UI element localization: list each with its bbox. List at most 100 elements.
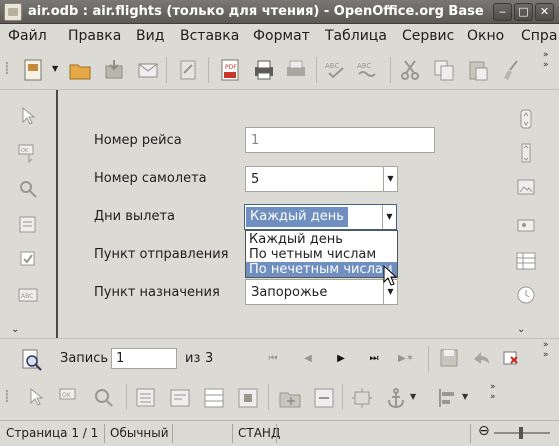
menu-view[interactable]: Вид [136,28,164,44]
chevron-down-icon[interactable]: ▼ [410,392,416,401]
edit-file-icon[interactable] [176,58,200,82]
destination-combo[interactable]: Запорожье ▼ [245,279,398,305]
menu-table[interactable]: Таблица [325,28,387,44]
svg-text:ABC: ABC [325,62,339,70]
title-bar: air.odb : air.flights (только для чтения… [0,0,559,24]
minimize-button[interactable]: ‒ [493,3,512,21]
scrollbar-icon[interactable] [515,142,537,164]
more-controls-toolbar: ⌄ [505,90,559,338]
flight-number-field[interactable]: 1 [245,127,435,153]
previous-record-icon[interactable]: ◀ [300,351,316,367]
menu-bar: Файл Правка Вид Вставка Формат Таблица С… [0,24,559,48]
time-field-icon[interactable] [515,284,537,306]
chevron-down-icon[interactable]: ▼ [382,205,396,229]
toolbar-overflow-icon[interactable]: »» [543,50,549,70]
checkbox-icon[interactable] [17,248,39,270]
page-indicator: Страница 1 / 1 [6,426,99,440]
new-record-icon[interactable]: ▶✶ [398,351,414,367]
menu-help[interactable]: Спра [521,28,557,44]
undo-record-icon[interactable] [470,347,492,369]
label-field-icon[interactable]: ABC [17,284,39,306]
menu-file[interactable]: Файл [8,28,47,44]
menu-edit[interactable]: Правка [68,28,121,44]
aircraft-number-combo[interactable]: 5 ▼ [245,166,398,192]
zoom-out-icon[interactable]: ⊖ [478,423,490,439]
strip-overflow-icon[interactable]: ⌄ [11,324,19,335]
activation-order-icon[interactable] [236,386,260,410]
file-selection-icon[interactable] [515,214,537,236]
next-record-icon[interactable]: ▶ [333,351,349,367]
format-paintbrush-icon[interactable] [498,58,522,82]
open-design-mode-icon[interactable] [312,386,336,410]
anchor-icon[interactable] [384,386,408,410]
menu-window[interactable]: Окно [467,28,504,44]
form-controls-toolbar: OK ABC ⌄ [0,90,54,338]
menu-format[interactable]: Формат [253,28,310,44]
alignment-icon[interactable] [436,386,460,410]
export-pdf-icon[interactable]: PDF [218,58,242,82]
of-label: из [185,351,201,366]
toolbar-separator [126,384,127,410]
save-record-icon[interactable] [438,347,460,369]
spin-button-icon[interactable] [515,108,537,130]
record-total: 3 [205,351,214,366]
image-control-icon[interactable] [515,176,537,198]
close-button[interactable]: ✕ [535,3,554,21]
cut-icon[interactable] [398,58,422,82]
push-button-icon[interactable]: OK [17,142,39,164]
add-field-icon[interactable] [278,386,302,410]
form-navigator-icon[interactable] [202,386,226,410]
delete-record-icon[interactable] [502,349,520,367]
navbar-overflow-icon[interactable]: »» [543,340,549,360]
zoom-slider-thumb[interactable] [519,427,523,439]
print-icon[interactable] [252,58,276,82]
select-pointer-icon[interactable] [17,105,39,127]
zoom-icon[interactable] [17,178,39,200]
email-icon[interactable] [136,58,160,82]
print-preview-icon[interactable] [284,58,308,82]
menu-insert[interactable]: Вставка [180,28,239,44]
paste-icon[interactable] [466,58,490,82]
svg-text:ABC: ABC [21,293,33,300]
toolbar-grip[interactable] [4,386,10,407]
form-design-icon[interactable] [17,214,39,236]
menu-tools[interactable]: Сервис [402,28,454,44]
toolbar-grip[interactable] [4,58,10,79]
departure-days-combo[interactable]: Каждый день ▼ [244,204,397,230]
position-size-icon[interactable] [350,386,374,410]
search-record-icon[interactable] [20,348,44,372]
chevron-down-icon[interactable]: ▼ [383,167,397,191]
chevron-down-icon[interactable]: ▼ [462,392,468,401]
spellcheck-icon[interactable]: ABC [324,58,348,82]
dropdown-option[interactable]: По четным числам [246,247,397,262]
strip-overflow-icon[interactable]: ⌄ [517,324,525,335]
app-icon [4,3,22,21]
open-folder-icon[interactable] [68,58,92,82]
copy-icon[interactable] [432,58,456,82]
zoom-icon[interactable] [92,386,116,410]
departure-days-dropdown: Каждый день По четным числам По нечетным… [245,230,398,278]
status-divider [470,424,471,443]
table-control-icon[interactable] [515,250,537,272]
toolbar-separator [166,57,167,83]
select-pointer-icon[interactable] [24,386,48,410]
push-button-icon[interactable]: OK [58,386,82,410]
form-design-toolbar: OK ▼ ▼ »» [0,378,559,418]
save-icon[interactable] [102,58,126,82]
maximize-button[interactable]: □ [514,3,533,21]
dropdown-option-selected[interactable]: По нечетным числам [246,262,397,277]
aircraft-number-value: 5 [251,172,260,187]
control-properties-icon[interactable] [134,386,158,410]
chevron-down-icon[interactable]: ▼ [52,64,58,73]
toolbar-overflow-icon[interactable]: »» [490,382,496,402]
autospellcheck-icon[interactable]: ABC [356,58,380,82]
standard-toolbar: ▼ PDF ABC ABC »» [0,48,559,90]
last-record-icon[interactable]: ⏭ [366,351,382,367]
toolbar-separator [342,384,343,410]
record-number-input[interactable]: 1 [111,348,177,369]
mouse-cursor-icon [383,265,397,286]
edit-doc-icon[interactable] [22,58,46,82]
first-record-icon[interactable]: ⏮ [265,351,281,367]
form-properties-icon[interactable] [168,386,192,410]
dropdown-option[interactable]: Каждый день [246,232,397,247]
